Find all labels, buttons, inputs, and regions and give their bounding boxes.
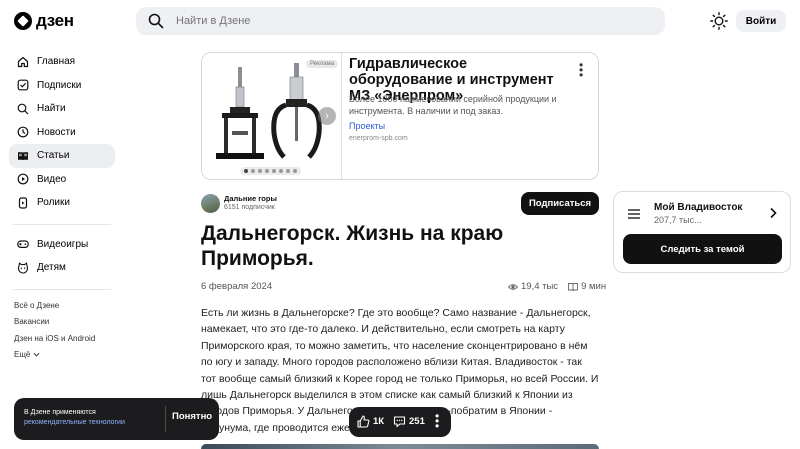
thumbs-up-icon bbox=[357, 415, 370, 428]
views-count: 19,4 тыс bbox=[521, 281, 559, 292]
link-mobile-apps[interactable]: Дзен на iOS и Android bbox=[9, 330, 115, 346]
topic-name[interactable]: Мой Владивосток bbox=[654, 202, 742, 213]
sidebar-item-label: Статьи bbox=[37, 150, 70, 162]
check-square-icon bbox=[17, 79, 29, 91]
comment-count: 251 bbox=[409, 416, 425, 427]
topic-card: Мой Владивосток 207,7 тыс... Следить за … bbox=[613, 191, 791, 273]
carousel-dot[interactable] bbox=[286, 169, 290, 173]
home-icon bbox=[17, 56, 29, 67]
logo-text: дзен bbox=[36, 11, 74, 30]
sidebar-item-label: Подписки bbox=[37, 79, 82, 91]
carousel-dots bbox=[240, 167, 301, 175]
like-button[interactable]: 1К bbox=[357, 415, 384, 428]
sun-theme-icon[interactable] bbox=[710, 12, 728, 30]
ad-domain: enerprom-spb.com bbox=[349, 135, 408, 142]
subscribe-button[interactable]: Подписаться bbox=[521, 192, 599, 215]
carousel-dot[interactable] bbox=[251, 169, 255, 173]
cookie-divider bbox=[165, 406, 166, 432]
more-actions-icon[interactable]: • • • bbox=[435, 410, 441, 432]
sidebar-item-label: Главная bbox=[37, 56, 76, 68]
cookie-message: В Дзене применяются bbox=[24, 409, 96, 416]
cookie-text: В Дзене применяются рекомендательные тех… bbox=[24, 408, 164, 428]
like-count: 1К bbox=[373, 416, 385, 427]
article-stats: 19,4 тыс 9 мин bbox=[508, 281, 606, 292]
chevron-right-icon[interactable] bbox=[768, 207, 778, 219]
sidebar-divider bbox=[13, 288, 111, 290]
chevron-down-icon bbox=[33, 352, 40, 357]
ad-link[interactable]: Проекты bbox=[349, 121, 385, 131]
zen-logo-icon bbox=[14, 12, 32, 30]
cookie-tech-link[interactable]: рекомендательные технологии bbox=[24, 419, 125, 426]
sidebar-divider bbox=[13, 223, 111, 225]
sidebar-item-videogames[interactable]: Видеоигры bbox=[9, 233, 115, 257]
login-button[interactable]: Войти bbox=[736, 10, 786, 32]
cookie-toast: В Дзене применяются рекомендательные тех… bbox=[14, 398, 219, 440]
eye-icon bbox=[508, 283, 518, 290]
sidebar-item-home[interactable]: Главная bbox=[9, 50, 115, 74]
comments-button[interactable]: 251 bbox=[393, 415, 425, 428]
news-icon bbox=[17, 126, 29, 138]
sidebar-item-kids[interactable]: Детям bbox=[9, 256, 115, 280]
sidebar: Главная Подписки Найти Новости Статьи Ви… bbox=[9, 50, 115, 363]
channel-name[interactable]: Дальние горы bbox=[224, 194, 277, 203]
ad-badge: Реклама bbox=[306, 60, 339, 68]
sidebar-item-video[interactable]: Видео bbox=[9, 168, 115, 192]
sidebar-item-search[interactable]: Найти bbox=[9, 97, 115, 121]
sidebar-item-news[interactable]: Новости bbox=[9, 121, 115, 145]
page: дзен Войти Главная Подписки Найти bbox=[0, 0, 800, 449]
article-icon bbox=[18, 151, 28, 161]
article-date: 6 февраля 2024 bbox=[201, 281, 273, 292]
sidebar-item-subscriptions[interactable]: Подписки bbox=[9, 74, 115, 98]
read-time: 9 мин bbox=[581, 281, 607, 292]
carousel-dot[interactable] bbox=[279, 169, 283, 173]
sidebar-item-articles[interactable]: Статьи bbox=[9, 144, 115, 168]
topic-count: 207,7 тыс... bbox=[654, 215, 702, 225]
ad-image: Реклама › bbox=[202, 53, 342, 179]
carousel-dot[interactable] bbox=[293, 169, 297, 173]
link-vacancies[interactable]: Вакансии bbox=[9, 314, 115, 330]
sidebar-item-label: Видео bbox=[37, 173, 67, 185]
channel-subscribers: 6151 подписчик bbox=[224, 204, 275, 211]
more-link-label: Ещё bbox=[14, 350, 31, 360]
search-bar[interactable] bbox=[136, 7, 665, 35]
search-icon bbox=[148, 13, 164, 29]
sidebar-item-label: Новости bbox=[37, 126, 76, 138]
carousel-dot[interactable] bbox=[272, 169, 276, 173]
play-icon bbox=[17, 173, 29, 185]
link-about-zen[interactable]: Всё о Дзене bbox=[9, 298, 115, 314]
carousel-dot[interactable] bbox=[244, 169, 248, 173]
article-title: Дальнегорск. Жизнь на краю Приморья. bbox=[201, 222, 504, 270]
reactions-bar: 1К 251 • • • bbox=[349, 407, 451, 437]
sidebar-item-label: Найти bbox=[37, 103, 66, 115]
views-stat: 19,4 тыс bbox=[508, 281, 558, 292]
comment-icon bbox=[393, 416, 406, 428]
cookie-accept-button[interactable]: Понятно bbox=[172, 411, 212, 422]
shorts-icon bbox=[18, 197, 28, 209]
carousel-dot[interactable] bbox=[258, 169, 262, 173]
follow-topic-button[interactable]: Следить за темой bbox=[623, 234, 782, 264]
sidebar-item-shorts[interactable]: Ролики bbox=[9, 191, 115, 215]
read-time-stat: 9 мин bbox=[568, 281, 606, 292]
search-icon bbox=[17, 103, 29, 115]
ad-menu-icon[interactable]: • • • bbox=[579, 59, 587, 81]
article-image bbox=[201, 444, 599, 449]
more-link[interactable]: Ещё bbox=[9, 346, 115, 362]
sidebar-item-label: Детям bbox=[37, 262, 66, 274]
logo[interactable]: дзен bbox=[14, 11, 74, 31]
book-icon bbox=[568, 282, 579, 291]
channel-avatar[interactable] bbox=[201, 194, 220, 213]
ad-card[interactable]: Реклама › Гидравлическое оборудование и … bbox=[201, 52, 599, 180]
kids-icon bbox=[17, 262, 29, 274]
search-input[interactable] bbox=[176, 15, 636, 27]
sidebar-item-label: Видеоигры bbox=[37, 238, 89, 250]
gamepad-icon bbox=[17, 240, 29, 249]
sidebar-item-label: Ролики bbox=[37, 197, 70, 209]
carousel-next-button[interactable]: › bbox=[318, 107, 336, 125]
ad-description: Более 1000 наименований серийной продукц… bbox=[349, 94, 557, 116]
carousel-dot[interactable] bbox=[265, 169, 269, 173]
menu-icon bbox=[628, 209, 640, 219]
